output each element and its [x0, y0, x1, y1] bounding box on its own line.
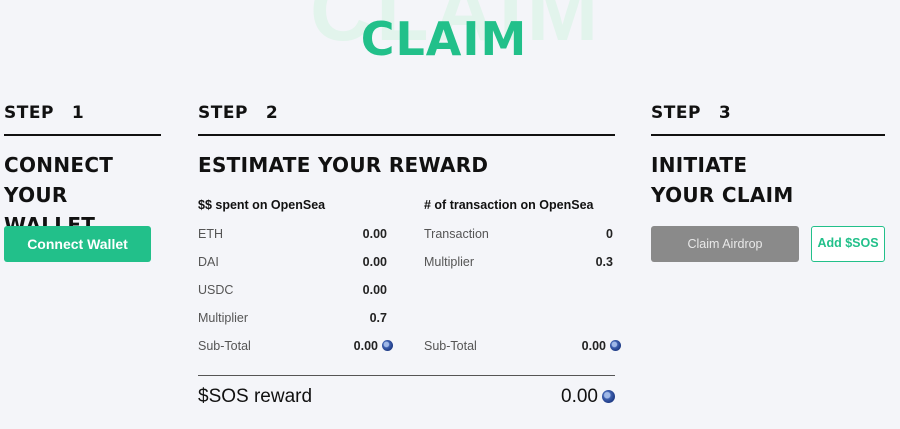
spent-row-eth: ETH 0.00: [198, 226, 387, 242]
step3-divider: [651, 134, 885, 136]
step1-number: 1: [71, 103, 85, 123]
step3-label: STEP 3: [651, 102, 885, 124]
reward-divider: [198, 375, 615, 376]
row-value: 0.7: [369, 311, 387, 325]
step2-word: STEP: [198, 103, 248, 123]
spent-row-multiplier: Multiplier 0.7: [198, 310, 387, 326]
spent-row-usdc: USDC 0.00: [198, 282, 387, 298]
step1-word: STEP: [4, 103, 54, 123]
step2-heading: ESTIMATE YOUR REWARD: [198, 153, 489, 177]
step2-label: STEP 2: [198, 102, 615, 124]
row-label: DAI: [198, 255, 219, 269]
step2-section: STEP 2 ESTIMATE YOUR REWARD $$ spent on O…: [198, 102, 621, 407]
row-label: USDC: [198, 283, 234, 297]
row-label: Sub-Total: [198, 339, 251, 353]
step3-word: STEP: [651, 103, 701, 123]
step2-divider: [198, 134, 615, 136]
step1-label: STEP 1: [4, 102, 161, 124]
step1-section: STEP 1 CONNECT YOUR WALLET Connect Wallet: [4, 102, 161, 262]
step1-divider: [4, 134, 161, 136]
row-value: 0.00: [362, 227, 387, 241]
step3-section: STEP 3 INITIATE YOUR CLAIM Claim Airdrop …: [651, 102, 885, 262]
reward-value-with-coin: 0.00: [561, 386, 615, 408]
row-value: 0.00: [362, 255, 387, 269]
reward-row: $SOS reward 0.00: [198, 386, 615, 410]
row-label: Sub-Total: [424, 339, 477, 353]
tx-row-multiplier: Multiplier 0.3: [424, 254, 613, 270]
step3-heading-line1: INITIATE: [651, 153, 748, 177]
step1-heading-line1: CONNECT: [4, 153, 114, 177]
row-label: Multiplier: [198, 311, 249, 325]
step3-number: 3: [718, 103, 732, 123]
spent-row-subtotal: Sub-Total 0.00: [198, 338, 393, 354]
sos-coin-icon: [610, 340, 621, 351]
tx-row-subtotal: Sub-Total 0.00: [424, 338, 621, 354]
row-value: 0.00: [581, 339, 606, 353]
page-title: CLAIM: [360, 12, 528, 66]
transactions-title: # of transaction on OpenSea: [424, 198, 594, 212]
sos-coin-icon: [602, 390, 615, 403]
sos-coin-icon: [382, 340, 393, 351]
row-value: 0: [606, 227, 613, 241]
row-value-with-coin: 0.00: [354, 338, 393, 354]
row-value-with-coin: 0.00: [582, 338, 621, 354]
reward-label: $SOS reward: [198, 386, 313, 407]
reward-value: 0.00: [561, 386, 598, 407]
claim-airdrop-button[interactable]: Claim Airdrop: [651, 226, 799, 262]
spent-row-dai: DAI 0.00: [198, 254, 387, 270]
row-value: 0.00: [353, 339, 378, 353]
row-label: ETH: [198, 227, 223, 241]
row-value: 0.3: [595, 255, 613, 269]
step3-heading-line2: YOUR CLAIM: [651, 183, 794, 207]
step2-number: 2: [265, 103, 279, 123]
connect-wallet-button[interactable]: Connect Wallet: [4, 226, 151, 262]
step3-heading: INITIATE YOUR CLAIM: [651, 150, 885, 210]
spent-title: $$ spent on OpenSea: [198, 198, 326, 212]
row-label: Transaction: [424, 227, 489, 241]
add-sos-button[interactable]: Add $SOS: [811, 226, 885, 262]
row-label: Multiplier: [424, 255, 475, 269]
row-value: 0.00: [362, 283, 387, 297]
tx-row-transaction: Transaction 0: [424, 226, 613, 242]
